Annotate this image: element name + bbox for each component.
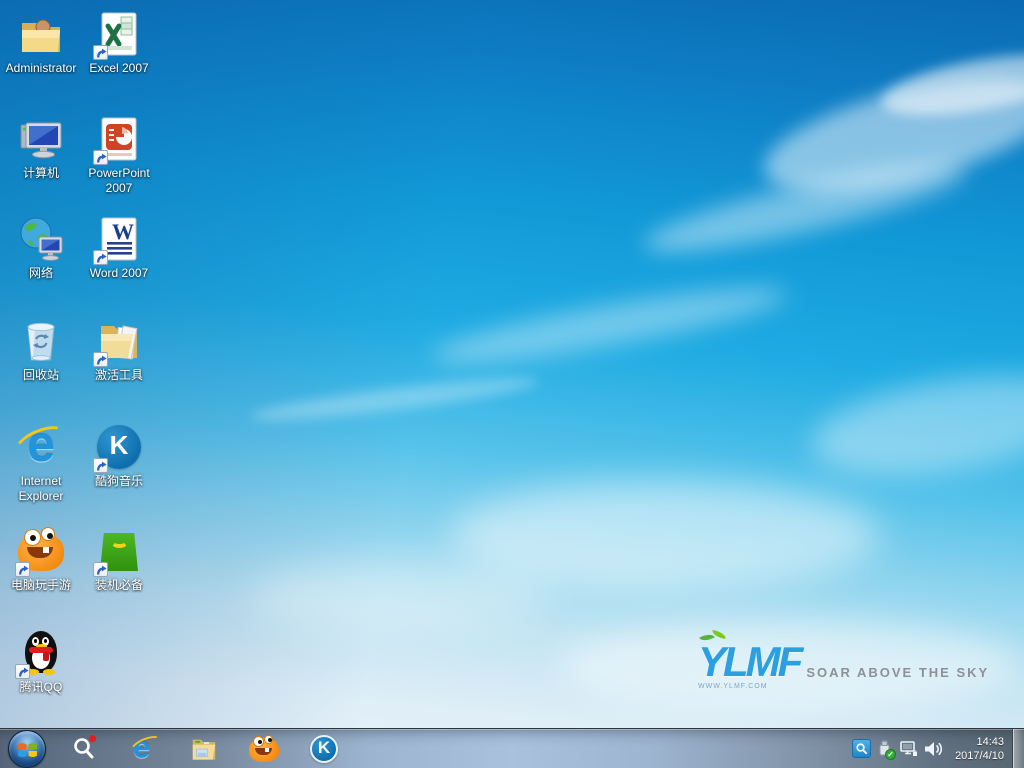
shortcut-arrow-icon bbox=[93, 250, 108, 265]
speaker-icon bbox=[923, 740, 943, 758]
desktop-icon-word-2007[interactable]: W Word 2007 bbox=[80, 215, 158, 281]
excel-icon bbox=[95, 10, 143, 58]
shortcut-arrow-icon bbox=[15, 562, 30, 577]
folder-icon bbox=[95, 317, 143, 365]
taskbar-kugou-button[interactable]: K bbox=[304, 729, 344, 768]
desktop-icon-essential-software[interactable]: 装机必备 bbox=[80, 527, 158, 593]
shortcut-arrow-icon bbox=[93, 352, 108, 367]
desktop-icon-administrator[interactable]: Administrator bbox=[2, 10, 80, 76]
icon-label: 电脑玩手游 bbox=[2, 578, 80, 593]
desktop-icon-kugou-music[interactable]: K 酷狗音乐 bbox=[80, 423, 158, 489]
desktop-icon-powerpoint-2007[interactable]: PowerPoint 2007 bbox=[80, 115, 158, 196]
user-folder-icon bbox=[17, 10, 65, 58]
ylmf-logo: YLMF bbox=[698, 642, 800, 682]
desktop-wallpaper: Administrator 计算机 bbox=[0, 0, 1024, 768]
shopping-bag-icon bbox=[95, 527, 143, 575]
icon-label: 酷狗音乐 bbox=[80, 474, 158, 489]
computer-icon bbox=[17, 115, 65, 163]
network-icon bbox=[17, 215, 65, 263]
desktop-icon-computer[interactable]: 计算机 bbox=[2, 115, 80, 181]
qq-penguin-icon bbox=[17, 629, 65, 677]
ready-check-badge: ✓ bbox=[885, 749, 896, 760]
desktop-icon-pc-play-mobile-games[interactable]: 电脑玩手游 bbox=[2, 527, 80, 593]
shortcut-arrow-icon bbox=[93, 150, 108, 165]
kugou-icon: K bbox=[310, 735, 338, 763]
cloud bbox=[805, 359, 1024, 492]
tray-volume-icon[interactable] bbox=[921, 729, 945, 768]
word-icon: W bbox=[95, 215, 143, 263]
tray-date: 2017/4/10 bbox=[955, 749, 1004, 763]
icon-label: Administrator bbox=[2, 61, 80, 76]
icon-label: 腾讯QQ bbox=[2, 680, 80, 695]
search-icon bbox=[855, 742, 868, 755]
desktop-icon-tencent-qq[interactable]: 腾讯QQ bbox=[2, 629, 80, 695]
desktop-icon-internet-explorer[interactable]: e Internet Explorer bbox=[2, 423, 80, 504]
taskbar: e K bbox=[0, 728, 1024, 768]
svg-text:W: W bbox=[112, 219, 134, 244]
desktop-icon-activation-tool[interactable]: 激活工具 bbox=[80, 317, 158, 383]
internet-explorer-icon: e bbox=[17, 423, 65, 471]
show-desktop-button[interactable] bbox=[1012, 729, 1024, 768]
shortcut-arrow-icon bbox=[93, 458, 108, 473]
icon-label: 网络 bbox=[2, 266, 80, 281]
icon-label: 计算机 bbox=[2, 166, 80, 181]
icon-label: 装机必备 bbox=[80, 578, 158, 593]
tray-usb-icon[interactable]: ✓ bbox=[873, 729, 897, 768]
kugou-icon: K bbox=[95, 423, 143, 471]
monster-eye bbox=[24, 529, 41, 546]
folder-icon bbox=[189, 734, 219, 764]
shortcut-arrow-icon bbox=[15, 664, 30, 679]
ylmf-slogan: SOAR ABOVE THE SKY bbox=[806, 665, 989, 680]
tray-search-icon[interactable] bbox=[849, 729, 873, 768]
taskbar-explorer-button[interactable] bbox=[184, 729, 224, 768]
recycle-bin-icon bbox=[17, 317, 65, 365]
start-button[interactable] bbox=[8, 730, 46, 768]
desktop-icon-network[interactable]: 网络 bbox=[2, 215, 80, 281]
powerpoint-icon bbox=[95, 115, 143, 163]
monster-eye bbox=[41, 527, 55, 541]
shortcut-arrow-icon bbox=[93, 45, 108, 60]
kugou-k-glyph: K bbox=[95, 430, 143, 461]
icon-label: 激活工具 bbox=[80, 368, 158, 383]
icon-label: 回收站 bbox=[2, 368, 80, 383]
cloud bbox=[250, 370, 541, 427]
windows-logo-icon bbox=[17, 740, 38, 760]
tray-network-icon[interactable] bbox=[897, 729, 921, 768]
taskbar-monster-game-button[interactable] bbox=[244, 729, 284, 768]
cloud bbox=[429, 274, 790, 376]
ylmf-watermark: YLMF WWW.YLMF.COM SOAR ABOVE THE SKY bbox=[698, 642, 968, 700]
icon-label: Internet Explorer bbox=[2, 474, 80, 504]
desktop-icon-excel-2007[interactable]: Excel 2007 bbox=[80, 10, 158, 76]
cloud bbox=[250, 560, 550, 630]
desktop-icon-recycle-bin[interactable]: 回收站 bbox=[2, 317, 80, 383]
taskbar-ie-button[interactable]: e bbox=[124, 729, 164, 768]
taskbar-search-button[interactable] bbox=[64, 729, 104, 768]
tray-clock[interactable]: 14:43 2017/4/10 bbox=[955, 735, 1004, 763]
monster-game-icon bbox=[249, 736, 279, 762]
icon-label: Excel 2007 bbox=[80, 61, 158, 76]
internet-explorer-icon: e bbox=[132, 734, 157, 764]
icon-label: Word 2007 bbox=[80, 266, 158, 281]
tray-time: 14:43 bbox=[955, 735, 1004, 749]
shortcut-arrow-icon bbox=[93, 562, 108, 577]
network-icon bbox=[899, 740, 919, 758]
icon-label: PowerPoint 2007 bbox=[80, 166, 158, 196]
bag-handle bbox=[111, 536, 128, 548]
notification-dot bbox=[89, 735, 96, 742]
monster-game-icon bbox=[17, 527, 65, 575]
